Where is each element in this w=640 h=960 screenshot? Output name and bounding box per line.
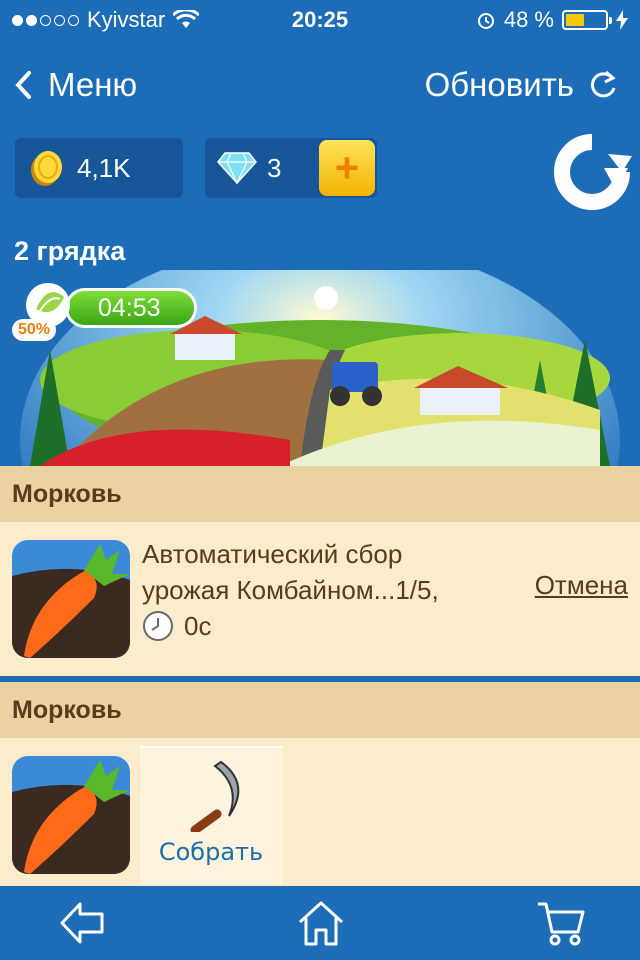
gem-icon [217, 152, 257, 185]
refresh-button[interactable]: Обновить [425, 66, 618, 104]
progress-percent: 50% [12, 319, 57, 341]
refresh-icon [590, 70, 616, 98]
job-time-row: 0с [142, 608, 502, 644]
collect-button[interactable]: Собрать [140, 746, 282, 884]
gems-counter: 3 + [205, 138, 377, 198]
job-time-left: 0с [184, 611, 212, 641]
coin-icon [31, 151, 62, 186]
status-right: 48 % [476, 7, 628, 33]
home-icon[interactable] [296, 898, 346, 948]
coins-value: 4,1K [77, 152, 131, 183]
collect-label: Собрать [158, 838, 264, 866]
plus-icon: + [334, 144, 360, 191]
job-line-2: урожая Комбайном...1/5, [142, 575, 439, 605]
card-divider [0, 676, 640, 680]
back-arrow-icon[interactable] [58, 898, 108, 948]
alarm-icon [477, 13, 494, 29]
carrot-icon [12, 756, 130, 874]
navigation-bar: Меню Обновить [0, 40, 640, 128]
bottom-toolbar [0, 886, 640, 960]
charging-icon [616, 10, 628, 30]
sickle-icon [190, 760, 240, 832]
battery-percent: 48 % [503, 7, 554, 32]
big-refresh-icon[interactable] [552, 132, 632, 212]
back-chevron-icon [15, 71, 31, 99]
status-bar: Kyivstar 20:25 48 % [0, 0, 640, 40]
job-line-1: Автоматический сбор [142, 539, 403, 569]
carrot-icon [12, 540, 130, 658]
buy-gems-button[interactable]: + [319, 140, 375, 196]
job-description: Автоматический сбор урожая Комбайном...1… [142, 536, 502, 644]
section-header-carrot-1: Морковь [0, 466, 640, 522]
refresh-label: Обновить [424, 66, 574, 103]
section-header-carrot-2: Морковь [0, 682, 640, 738]
coins-counter: 4,1K [15, 138, 183, 198]
back-to-menu-button[interactable]: Меню [14, 66, 137, 104]
clock-icon [143, 611, 173, 641]
battery-indicator [562, 10, 612, 30]
bed-title: 2 грядка [14, 236, 126, 266]
cancel-button[interactable]: Отмена [535, 570, 628, 601]
cart-icon[interactable] [536, 898, 586, 948]
timer-pill: 04:53 [65, 288, 197, 328]
back-label: Меню [48, 66, 138, 103]
gems-value: 3 [267, 152, 282, 183]
